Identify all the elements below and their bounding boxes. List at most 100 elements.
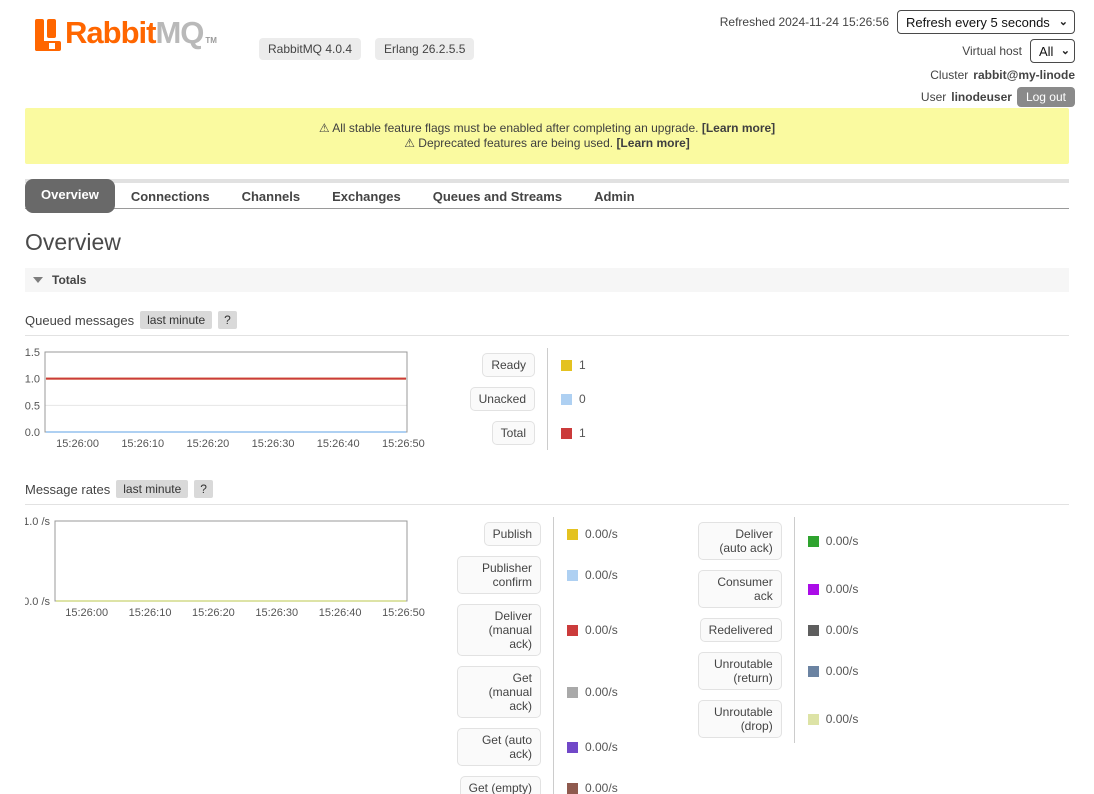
page-header: RabbitMQTM RabbitMQ 4.0.4 Erlang 26.2.5.… bbox=[0, 0, 1094, 106]
consumer-ack-color-swatch bbox=[808, 584, 819, 595]
cluster-label: Cluster bbox=[930, 68, 968, 82]
collapse-triangle-icon bbox=[33, 277, 43, 283]
virtual-host-select[interactable]: All bbox=[1030, 39, 1075, 63]
consumer-ack-legend-button[interactable]: Consumer ack bbox=[698, 570, 782, 608]
publish-legend-button[interactable]: Publish bbox=[484, 522, 541, 546]
totals-label: Totals bbox=[52, 273, 86, 287]
refresh-interval-select[interactable]: Refresh every 5 seconds bbox=[897, 10, 1075, 34]
svg-text:0.0 /s: 0.0 /s bbox=[25, 596, 50, 608]
user-label: User bbox=[921, 90, 946, 104]
svg-text:15:26:10: 15:26:10 bbox=[121, 438, 164, 450]
get-auto-legend-button[interactable]: Get (auto ack) bbox=[457, 728, 541, 766]
erlang-version-badge: Erlang 26.2.5.5 bbox=[375, 38, 474, 60]
deliver-auto-legend-button[interactable]: Deliver (auto ack) bbox=[698, 522, 782, 560]
ready-color-swatch bbox=[561, 360, 572, 371]
svg-text:15:26:20: 15:26:20 bbox=[192, 607, 235, 619]
unroutable-drop-legend-button[interactable]: Unroutable (drop) bbox=[698, 700, 782, 738]
svg-text:15:26:40: 15:26:40 bbox=[319, 607, 362, 619]
learn-more-link-1[interactable]: [Learn more] bbox=[702, 121, 775, 135]
svg-text:15:26:50: 15:26:50 bbox=[382, 607, 425, 619]
rates-help-badge[interactable]: ? bbox=[194, 480, 213, 498]
unroutable-drop-rate: 0.00/s bbox=[826, 712, 859, 726]
unroutable-return-color-swatch bbox=[808, 666, 819, 677]
legend-row-get-empty: Get (empty) 0.00/s bbox=[445, 771, 618, 794]
legend-row-publish: Publish 0.00/s bbox=[445, 517, 618, 551]
brand-wordmark: RabbitMQTM bbox=[65, 16, 217, 58]
learn-more-link-2[interactable]: [Learn more] bbox=[616, 136, 689, 150]
refreshed-timestamp: Refreshed 2024-11-24 15:26:56 bbox=[720, 15, 889, 29]
message-rates-chart: 1.0 /s0.0 /s15:26:0015:26:1015:26:2015:2… bbox=[25, 517, 445, 621]
svg-text:15:26:30: 15:26:30 bbox=[252, 438, 295, 450]
svg-text:15:26:10: 15:26:10 bbox=[129, 607, 172, 619]
tab-exchanges[interactable]: Exchanges bbox=[316, 179, 417, 210]
svg-text:1.0: 1.0 bbox=[25, 374, 40, 386]
rabbitmq-logo-icon bbox=[35, 19, 61, 54]
unacked-value: 0 bbox=[579, 392, 586, 406]
svg-text:0.5: 0.5 bbox=[25, 400, 40, 412]
get-empty-legend-button[interactable]: Get (empty) bbox=[460, 776, 541, 794]
svg-text:0.0: 0.0 bbox=[25, 427, 40, 439]
ready-legend-button[interactable]: Ready bbox=[482, 353, 535, 377]
totals-section-header[interactable]: Totals bbox=[25, 268, 1069, 292]
get-empty-color-swatch bbox=[567, 783, 578, 794]
legend-row-publisher-confirm: Publisher confirm 0.00/s bbox=[445, 551, 618, 599]
legend-row-get-manual: Get (manual ack) 0.00/s bbox=[445, 661, 618, 723]
tab-channels[interactable]: Channels bbox=[226, 179, 317, 210]
user-name: linodeuser bbox=[951, 90, 1012, 104]
unroutable-return-rate: 0.00/s bbox=[826, 664, 859, 678]
deliver-manual-rate: 0.00/s bbox=[585, 623, 618, 637]
legend-row-get-auto: Get (auto ack) 0.00/s bbox=[445, 723, 618, 771]
rabbitmq-version-badge: RabbitMQ 4.0.4 bbox=[259, 38, 361, 60]
queued-period-badge[interactable]: last minute bbox=[140, 311, 212, 329]
virtual-host-label: Virtual host bbox=[962, 44, 1022, 58]
get-auto-color-swatch bbox=[567, 742, 578, 753]
deliver-manual-color-swatch bbox=[567, 625, 578, 636]
total-legend-button[interactable]: Total bbox=[492, 421, 535, 445]
redelivered-rate: 0.00/s bbox=[826, 623, 859, 637]
message-rates-chart-svg: 1.0 /s0.0 /s15:26:0015:26:1015:26:2015:2… bbox=[25, 517, 445, 621]
tab-overview[interactable]: Overview bbox=[25, 179, 115, 213]
queued-help-badge[interactable]: ? bbox=[218, 311, 237, 329]
warning-text-1: ⚠ All stable feature flags must be enabl… bbox=[319, 121, 699, 135]
deliver-manual-legend-button[interactable]: Deliver (manual ack) bbox=[457, 604, 541, 656]
publisher-confirm-color-swatch bbox=[567, 570, 578, 581]
page-title: Overview bbox=[25, 229, 1069, 256]
legend-row-deliver-auto: Deliver (auto ack) 0.00/s bbox=[686, 517, 859, 565]
logout-button[interactable]: Log out bbox=[1017, 87, 1075, 107]
publish-color-swatch bbox=[567, 529, 578, 540]
legend-row-redelivered: Redelivered 0.00/s bbox=[686, 613, 859, 647]
svg-text:1.5: 1.5 bbox=[25, 348, 40, 359]
deliver-auto-rate: 0.00/s bbox=[826, 534, 859, 548]
message-rates-section-label: Message rates last minute ? bbox=[25, 480, 1069, 505]
svg-text:15:26:30: 15:26:30 bbox=[255, 607, 298, 619]
feature-flags-warning-banner: ⚠ All stable feature flags must be enabl… bbox=[25, 108, 1069, 164]
rabbitmq-logo[interactable]: RabbitMQTM bbox=[35, 16, 217, 58]
get-manual-rate: 0.00/s bbox=[585, 685, 618, 699]
warning-text-2: ⚠ Deprecated features are being used. bbox=[404, 136, 613, 150]
get-manual-legend-button[interactable]: Get (manual ack) bbox=[457, 666, 541, 718]
svg-text:15:26:20: 15:26:20 bbox=[186, 438, 229, 450]
unacked-legend-button[interactable]: Unacked bbox=[470, 387, 535, 411]
warning-line-1: ⚠ All stable feature flags must be enabl… bbox=[35, 121, 1059, 136]
legend-row-total: Total 1 bbox=[445, 416, 586, 450]
tab-queues-and-streams[interactable]: Queues and Streams bbox=[417, 179, 578, 210]
unroutable-return-legend-button[interactable]: Unroutable (return) bbox=[698, 652, 782, 690]
consumer-ack-rate: 0.00/s bbox=[826, 582, 859, 596]
message-rates-legend-left: Publish 0.00/s Publisher confirm 0.00/s … bbox=[445, 517, 618, 794]
publisher-confirm-rate: 0.00/s bbox=[585, 568, 618, 582]
rates-period-badge[interactable]: last minute bbox=[116, 480, 188, 498]
legend-row-unroutable-drop: Unroutable (drop) 0.00/s bbox=[686, 695, 859, 743]
tab-connections[interactable]: Connections bbox=[115, 179, 226, 210]
publisher-confirm-legend-button[interactable]: Publisher confirm bbox=[457, 556, 541, 594]
legend-row-consumer-ack: Consumer ack 0.00/s bbox=[686, 565, 859, 613]
message-rates-legend-right: Deliver (auto ack) 0.00/s Consumer ack 0… bbox=[686, 517, 859, 743]
svg-text:15:26:40: 15:26:40 bbox=[317, 438, 360, 450]
svg-text:15:26:50: 15:26:50 bbox=[382, 438, 425, 450]
queued-messages-chart: 1.51.00.50.015:26:0015:26:1015:26:2015:2… bbox=[25, 348, 445, 452]
svg-text:15:26:00: 15:26:00 bbox=[65, 607, 108, 619]
tab-admin[interactable]: Admin bbox=[578, 179, 650, 210]
redelivered-legend-button[interactable]: Redelivered bbox=[700, 618, 782, 642]
legend-row-unacked: Unacked 0 bbox=[445, 382, 586, 416]
queued-messages-legend: Ready 1 Unacked 0 Total 1 bbox=[445, 348, 586, 450]
header-status-panel: Refreshed 2024-11-24 15:26:56 Refresh ev… bbox=[720, 10, 1075, 107]
